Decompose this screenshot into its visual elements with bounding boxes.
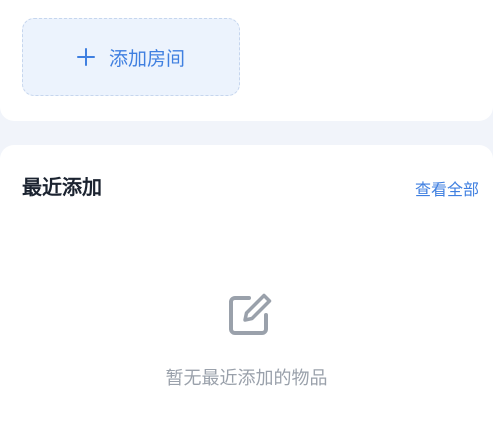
recent-items-card: 最近添加 查看全部 暂无最近添加的物品 [0,145,493,435]
rooms-card: 添加房间 [0,0,493,121]
add-room-button[interactable]: 添加房间 [22,18,240,96]
section-title: 最近添加 [22,175,102,199]
plus-icon [76,48,95,66]
add-room-label: 添加房间 [108,47,185,70]
empty-message: 暂无最近添加的物品 [165,368,328,389]
edit-note-icon [227,291,273,337]
view-all-link[interactable]: 查看全部 [415,176,479,200]
